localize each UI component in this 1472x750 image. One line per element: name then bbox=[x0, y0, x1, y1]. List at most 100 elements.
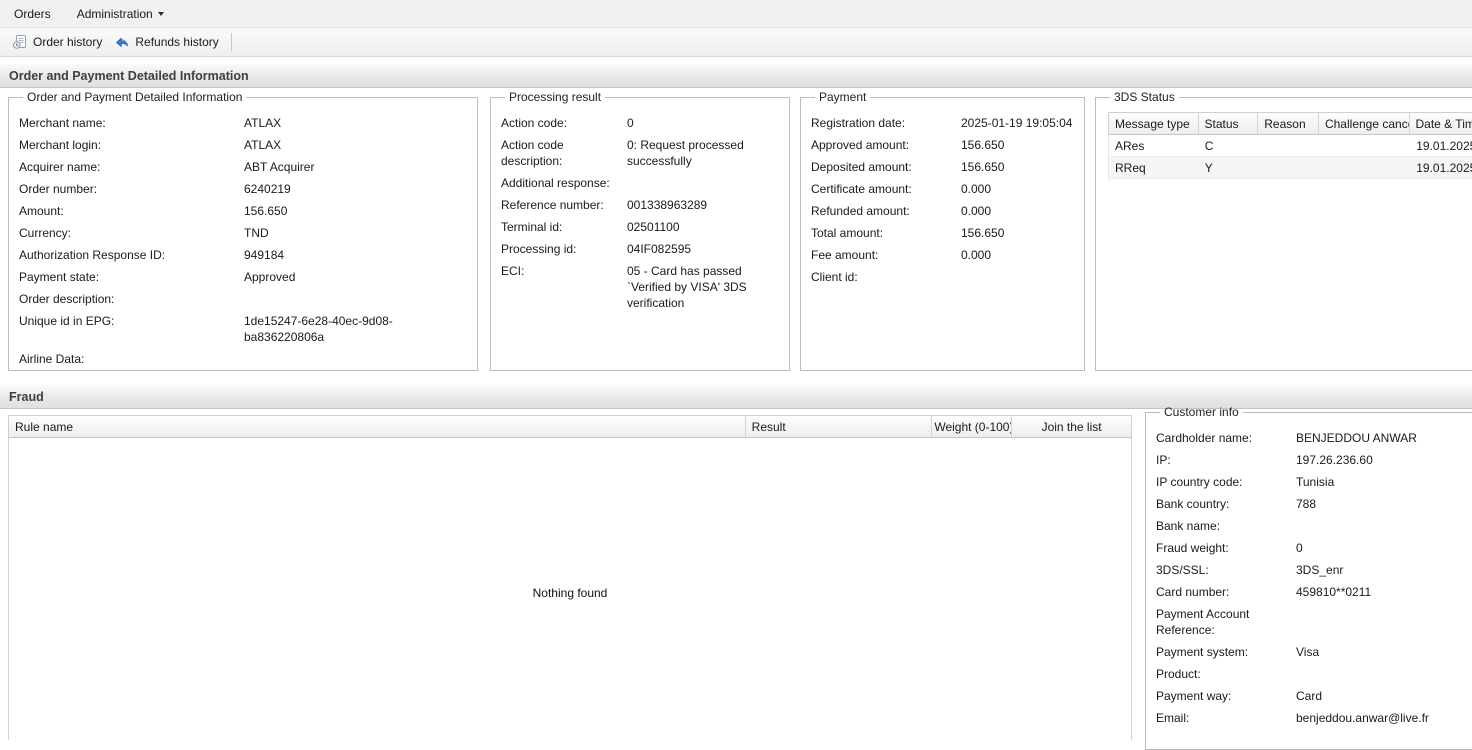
tds-status-table: Message typeStatusReasonChallenge cancel… bbox=[1108, 112, 1472, 179]
column-header[interactable]: Rule name bbox=[9, 416, 746, 437]
field-label: Terminal id: bbox=[501, 219, 627, 235]
field-row: Payment system:Visa bbox=[1156, 641, 1472, 663]
column-header[interactable]: Weight (0-100) bbox=[932, 416, 1012, 437]
table-row[interactable]: RReqY 19.01.2025 bbox=[1109, 157, 1472, 179]
column-header[interactable]: Message type bbox=[1109, 113, 1199, 134]
field-row: Total amount:156.650 bbox=[811, 222, 1078, 244]
field-row: Bank country:788 bbox=[1156, 493, 1472, 515]
column-header[interactable]: Status bbox=[1199, 113, 1259, 134]
field-row: 3DS/SSL:3DS_enr bbox=[1156, 559, 1472, 581]
field-row: Card number:459810**0211 bbox=[1156, 581, 1472, 603]
table-cell: RReq bbox=[1109, 157, 1199, 178]
field-label: Payment Account Reference: bbox=[1156, 606, 1296, 638]
field-value: 001338963289 bbox=[627, 197, 783, 213]
field-row: Approved amount:156.650 bbox=[811, 134, 1078, 156]
field-value: 0 bbox=[1296, 540, 1472, 556]
field-label: Acquirer name: bbox=[19, 159, 244, 175]
field-label: Cardholder name: bbox=[1156, 430, 1296, 446]
field-value bbox=[1296, 518, 1472, 534]
field-value bbox=[244, 351, 471, 367]
column-header[interactable]: Reason bbox=[1258, 113, 1319, 134]
refunds-history-button[interactable]: Refunds history bbox=[108, 31, 224, 53]
field-label: Merchant name: bbox=[19, 115, 244, 131]
table-cell: Y bbox=[1199, 157, 1259, 178]
field-label: Total amount: bbox=[811, 225, 961, 241]
field-value: 2025-01-19 19:05:04 bbox=[961, 115, 1078, 131]
fieldset-legend: Order and Payment Detailed Information bbox=[23, 90, 246, 104]
field-row: Authorization Response ID:949184 bbox=[19, 244, 471, 266]
field-row: Payment way:Card bbox=[1156, 685, 1472, 707]
table-cell: 19.01.2025 bbox=[1410, 157, 1472, 178]
menu-item-orders[interactable]: Orders bbox=[10, 4, 55, 24]
field-label: Airline Data: bbox=[19, 351, 244, 367]
field-value: BENJEDDOU ANWAR bbox=[1296, 430, 1472, 446]
field-row: Merchant name:ATLAX bbox=[19, 112, 471, 134]
field-row: Client id: bbox=[811, 266, 1078, 288]
field-label: Deposited amount: bbox=[811, 159, 961, 175]
field-value: Card bbox=[1296, 688, 1472, 704]
field-value: ATLAX bbox=[244, 137, 471, 153]
order-history-button[interactable]: Order history bbox=[6, 31, 108, 53]
field-value: 788 bbox=[1296, 496, 1472, 512]
payment-fields: Registration date:2025-01-19 19:05:04App… bbox=[811, 112, 1078, 288]
field-row: Email:benjeddou.anwar@live.fr bbox=[1156, 707, 1472, 729]
field-row: Refunded amount:0.000 bbox=[811, 200, 1078, 222]
field-label: 3DS/SSL: bbox=[1156, 562, 1296, 578]
field-value bbox=[627, 175, 783, 191]
field-row: IP:197.26.236.60 bbox=[1156, 449, 1472, 471]
field-value bbox=[244, 291, 471, 307]
column-header[interactable]: Join the list bbox=[1012, 416, 1131, 437]
empty-state-text: Nothing found bbox=[9, 586, 1131, 600]
table-cell: 19.01.2025 bbox=[1410, 135, 1472, 156]
customer-fields: Cardholder name:BENJEDDOU ANWARIP:197.26… bbox=[1156, 427, 1472, 729]
table-cell bbox=[1319, 135, 1410, 156]
field-row: Amount:156.650 bbox=[19, 200, 471, 222]
chevron-down-icon bbox=[158, 12, 164, 16]
field-label: Unique id in EPG: bbox=[19, 313, 244, 345]
field-value bbox=[961, 269, 1078, 285]
refunds-history-icon bbox=[114, 34, 130, 50]
field-label: Card number: bbox=[1156, 584, 1296, 600]
order-fields: Merchant name:ATLAXMerchant login:ATLAXA… bbox=[19, 112, 471, 370]
field-row: Additional response: bbox=[501, 172, 783, 194]
field-row: Acquirer name:ABT Acquirer bbox=[19, 156, 471, 178]
table-row[interactable]: AResC19.01.2025 bbox=[1109, 135, 1472, 157]
field-label: Currency: bbox=[19, 225, 244, 241]
field-value: 156.650 bbox=[244, 203, 471, 219]
table-cell bbox=[1259, 135, 1320, 156]
fieldset-legend: Customer info bbox=[1160, 405, 1243, 419]
menu-item-label: Orders bbox=[14, 7, 51, 21]
toolbar: Order history Refunds history bbox=[0, 28, 1472, 57]
fieldset-legend: Payment bbox=[815, 90, 870, 104]
table-cell bbox=[1259, 157, 1320, 178]
field-value: 949184 bbox=[244, 247, 471, 263]
field-label: Additional response: bbox=[501, 175, 627, 191]
field-row: Order description: bbox=[19, 288, 471, 310]
payment-fieldset: Payment Registration date:2025-01-19 19:… bbox=[800, 90, 1085, 371]
table-cell: C bbox=[1199, 135, 1259, 156]
column-header[interactable]: Challenge cancel bbox=[1319, 113, 1410, 134]
field-row: Fraud weight:0 bbox=[1156, 537, 1472, 559]
field-label: Refunded amount: bbox=[811, 203, 961, 219]
field-value: 156.650 bbox=[961, 137, 1078, 153]
field-row: Reference number:001338963289 bbox=[501, 194, 783, 216]
field-label: Action code: bbox=[501, 115, 627, 131]
menu-bar: Orders Administration bbox=[0, 0, 1472, 28]
field-row: IP country code:Tunisia bbox=[1156, 471, 1472, 493]
processing-result-fieldset: Processing result Action code:0Action co… bbox=[490, 90, 790, 371]
order-details-fieldset: Order and Payment Detailed Information M… bbox=[8, 90, 478, 371]
field-value: Visa bbox=[1296, 644, 1472, 660]
field-value: ABT Acquirer bbox=[244, 159, 471, 175]
field-row: Action code:0 bbox=[501, 112, 783, 134]
menu-item-administration[interactable]: Administration bbox=[73, 4, 168, 24]
field-row: Cardholder name:BENJEDDOU ANWAR bbox=[1156, 427, 1472, 449]
column-header[interactable]: Date & Time bbox=[1410, 113, 1472, 134]
table-body: AResC19.01.2025RReqY19.01.2025 bbox=[1108, 135, 1472, 179]
field-label: Reference number: bbox=[501, 197, 627, 213]
table-cell bbox=[1319, 157, 1410, 178]
field-value: ATLAX bbox=[244, 115, 471, 131]
toolbar-button-label: Refunds history bbox=[135, 35, 218, 49]
field-row: Deposited amount:156.650 bbox=[811, 156, 1078, 178]
column-header[interactable]: Result bbox=[746, 416, 933, 437]
field-label: Order description: bbox=[19, 291, 244, 307]
